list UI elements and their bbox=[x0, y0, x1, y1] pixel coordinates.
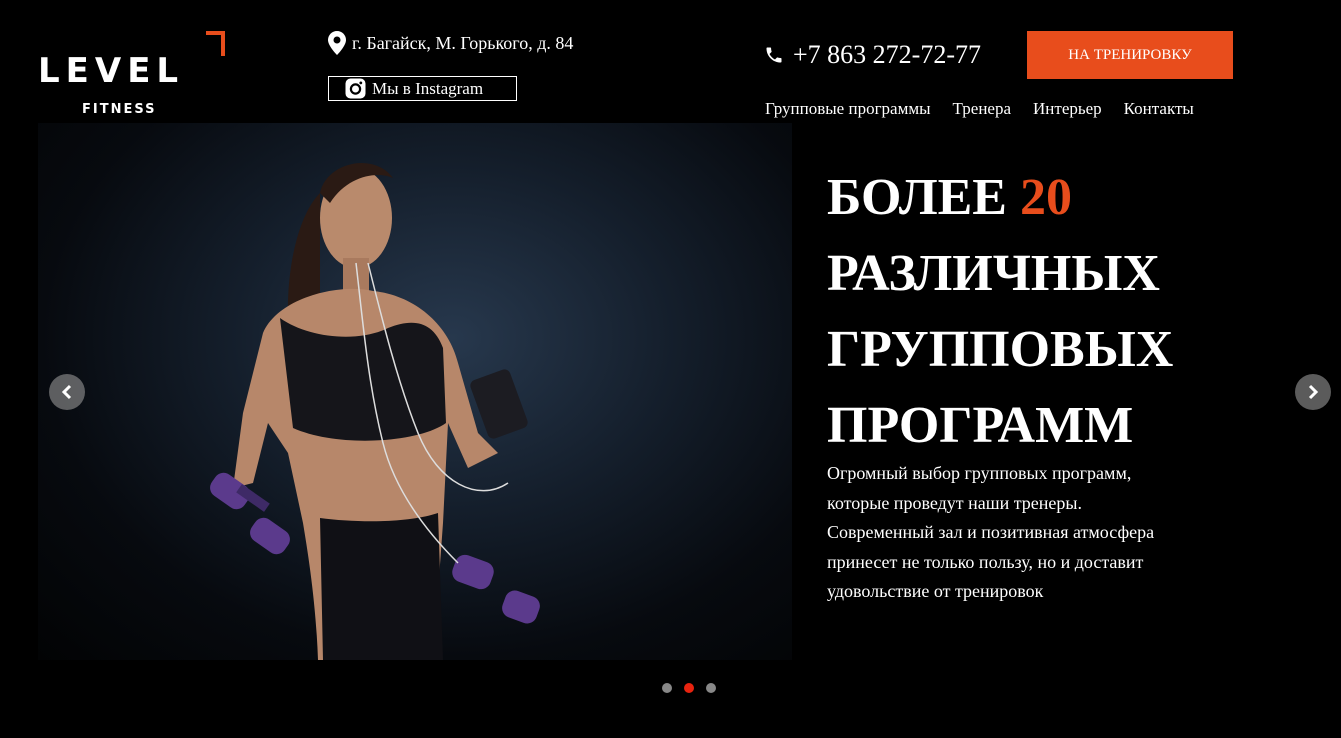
headline-line-2: РАЗЛИЧНЫХ bbox=[827, 245, 1160, 302]
instagram-button[interactable]: Мы в Instagram bbox=[328, 76, 517, 101]
slider-dot-1[interactable] bbox=[662, 683, 672, 693]
signup-training-button[interactable]: НА ТРЕНИРОВКУ bbox=[1027, 31, 1233, 79]
hero-headline: БОЛЕЕ 20 РАЗЛИЧНЫХ ГРУППОВЫХ ПРОГРАММ bbox=[827, 160, 1247, 464]
slider-dot-2[interactable] bbox=[684, 683, 694, 693]
logo-wordmark: LEVEL bbox=[38, 51, 185, 91]
slider-next-button[interactable] bbox=[1295, 374, 1331, 410]
headline-number: 20 bbox=[1020, 169, 1072, 226]
arrow-left-icon bbox=[61, 384, 72, 400]
main-nav: Групповые программы Тренера Интерьер Кон… bbox=[765, 99, 1194, 119]
slider-dot-3[interactable] bbox=[706, 683, 716, 693]
arrow-right-icon bbox=[1308, 384, 1319, 400]
nav-item-contacts[interactable]: Контакты bbox=[1124, 99, 1194, 119]
headline-line-4: ПРОГРАММ bbox=[827, 397, 1134, 454]
address: г. Багайск, М. Горького, д. 84 bbox=[328, 31, 573, 55]
address-text: г. Багайск, М. Горького, д. 84 bbox=[352, 32, 574, 53]
slider-prev-button[interactable] bbox=[49, 374, 85, 410]
phone-link[interactable]: +7 863 272-72-77 bbox=[764, 40, 981, 70]
headline-line-3: ГРУППОВЫХ bbox=[827, 321, 1174, 378]
headline-line-1: БОЛЕЕ 20 bbox=[827, 160, 1247, 236]
headline-prefix: БОЛЕЕ bbox=[827, 169, 1007, 226]
instagram-button-label: Мы в Instagram bbox=[372, 78, 484, 98]
instagram-icon bbox=[345, 78, 366, 99]
phone-number: +7 863 272-72-77 bbox=[793, 40, 981, 69]
phone-icon bbox=[766, 47, 782, 63]
logo-subtitle: FITNESS bbox=[82, 102, 157, 117]
nav-item-interior[interactable]: Интерьер bbox=[1033, 99, 1102, 119]
location-pin-icon bbox=[328, 31, 346, 55]
athlete-illustration bbox=[210, 162, 540, 660]
logo-corner-mark bbox=[206, 31, 225, 56]
nav-item-group-programs[interactable]: Групповые программы bbox=[765, 99, 931, 119]
hero-image bbox=[38, 123, 792, 660]
nav-item-trainers[interactable]: Тренера bbox=[953, 99, 1011, 119]
logo[interactable]: LEVEL FITNESS bbox=[38, 30, 228, 120]
slider-dots bbox=[662, 683, 716, 693]
hero-description: Огромный выбор групповых программ, котор… bbox=[827, 463, 1155, 601]
